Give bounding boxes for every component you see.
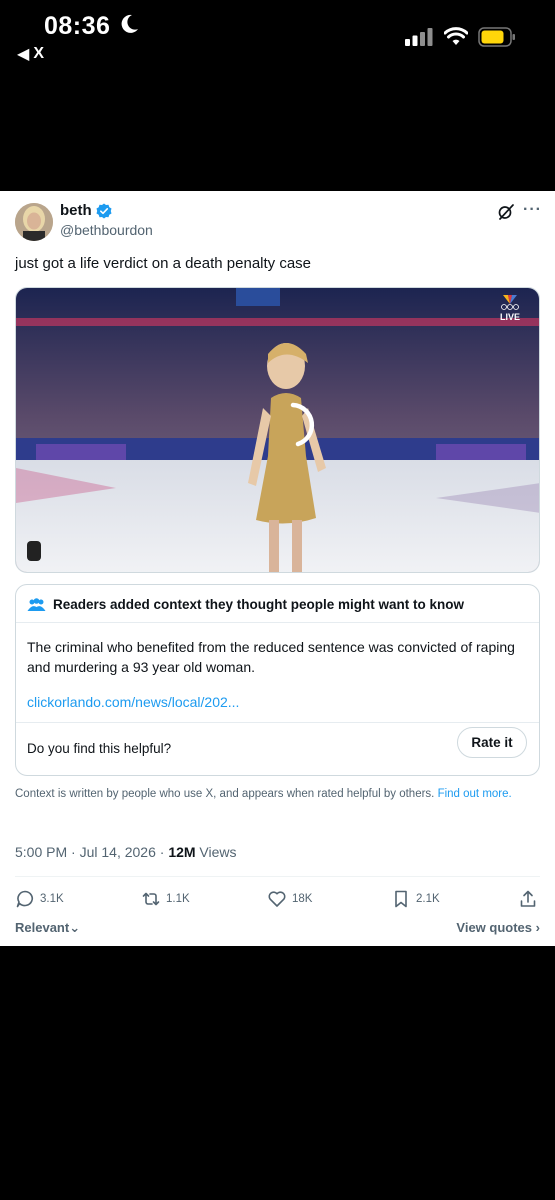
- community-note-link[interactable]: clickorlando.com/news/local/202...: [27, 694, 239, 710]
- reply-icon: [16, 890, 34, 908]
- repost-icon: [142, 892, 160, 906]
- network-logo-icon: [501, 295, 519, 310]
- author-display-name[interactable]: beth: [60, 202, 92, 219]
- signal-icon: [405, 28, 433, 46]
- action-bar: 3.1K 1.1K 18K 2.1K: [15, 889, 540, 909]
- community-note-title: Readers added context they thought peopl…: [53, 597, 465, 612]
- avatar[interactable]: [15, 203, 53, 241]
- community-note: Readers added context they thought peopl…: [15, 584, 540, 776]
- verified-icon: [96, 203, 112, 218]
- sort-dropdown[interactable]: Relevant⌄: [15, 920, 80, 936]
- more-icon[interactable]: ···: [523, 201, 542, 219]
- reply-button[interactable]: 3.1K: [15, 889, 64, 909]
- divider: [16, 622, 539, 623]
- moon-icon: [121, 14, 138, 33]
- repost-button[interactable]: 1.1K: [141, 889, 190, 909]
- timestamp[interactable]: 5:00 PM · Jul 14, 2026 ·: [15, 844, 168, 860]
- replies-footer: Relevant⌄ View quotes ›: [15, 920, 540, 938]
- share-button[interactable]: [518, 889, 538, 909]
- back-triangle-icon: ◀: [17, 46, 30, 63]
- find-out-more-link[interactable]: Find out more.: [438, 788, 512, 800]
- community-note-header: Readers added context they thought peopl…: [27, 597, 464, 612]
- disclaimer-text: Context is written by people who use X, …: [15, 788, 435, 800]
- like-icon: [268, 891, 286, 907]
- back-to-app-button[interactable]: ◀ X: [17, 44, 44, 64]
- people-icon: [27, 597, 46, 611]
- clock: 08:36: [44, 12, 111, 40]
- bookmark-button[interactable]: 2.1K: [391, 889, 440, 909]
- bookmark-icon: [395, 890, 407, 908]
- community-note-body: The criminal who benefited from the redu…: [27, 639, 515, 675]
- loading-spinner-icon: [290, 402, 315, 447]
- live-label: LIVE: [499, 312, 520, 322]
- community-note-disclaimer: Context is written by people who use X, …: [15, 787, 535, 802]
- back-app-label: X: [33, 45, 44, 62]
- repost-count: 1.1K: [166, 893, 190, 905]
- author-name[interactable]: beth: [60, 202, 112, 219]
- author-handle[interactable]: @bethbourdon: [60, 222, 153, 238]
- rate-it-button[interactable]: Rate it: [457, 727, 527, 758]
- live-badge: LIVE: [499, 294, 521, 322]
- like-count: 18K: [292, 893, 313, 905]
- tweet-text: just got a life verdict on a death penal…: [15, 255, 312, 272]
- divider: [15, 876, 540, 877]
- view-quotes-label: View quotes: [456, 920, 533, 935]
- views-count: 12M: [168, 844, 196, 860]
- divider: [16, 722, 539, 723]
- chevron-down-icon: ⌄: [69, 920, 81, 935]
- battery-icon: [478, 27, 515, 47]
- views-label: Views: [195, 844, 237, 860]
- wifi-icon: [444, 27, 468, 45]
- tweet-video[interactable]: LIVE: [15, 287, 540, 573]
- status-bar: 08:36 ◀ X: [0, 0, 555, 70]
- bookmark-count: 2.1K: [416, 893, 440, 905]
- helpful-prompt: Do you find this helpful?: [27, 741, 172, 756]
- view-quotes-link[interactable]: View quotes ›: [456, 920, 540, 935]
- tweet-meta: 5:00 PM · Jul 14, 2026 · 12M Views: [15, 844, 237, 860]
- like-button[interactable]: 18K: [267, 889, 312, 909]
- sort-label: Relevant: [15, 920, 70, 935]
- reply-count: 3.1K: [40, 893, 64, 905]
- share-icon: [520, 890, 536, 907]
- chevron-right-icon: ›: [535, 920, 540, 935]
- tweet-card: beth @bethbourdon ··· just got a life ve…: [0, 191, 555, 946]
- grok-icon[interactable]: [497, 203, 515, 221]
- volume-button[interactable]: [27, 541, 41, 561]
